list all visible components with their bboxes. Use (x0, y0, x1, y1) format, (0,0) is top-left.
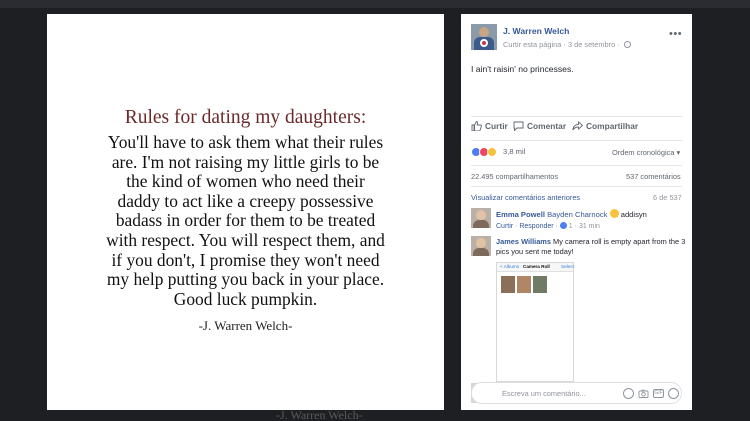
phone-select-label: Select (561, 264, 574, 269)
commenter-name[interactable]: Emma Powell (496, 210, 545, 219)
photo-thumbnail (517, 276, 531, 293)
emoji-icon[interactable] (623, 388, 634, 399)
like-icon (471, 121, 482, 132)
photo-body-line: with respect. You will respect them, and (106, 229, 385, 250)
like-button[interactable]: Curtir (471, 121, 508, 132)
meta-separator: · (563, 40, 566, 49)
post-meta: Curtir esta página · 3 de setembro · (503, 40, 631, 49)
post-text: I ain't raisin' no princesses. (471, 64, 574, 74)
comments-count[interactable]: 537 comentários (626, 172, 681, 181)
photo-body-line: the kind of women who need their (126, 171, 365, 192)
comment-button[interactable]: Comentar (513, 121, 567, 132)
photo-body-line: if you don't, I promise they won't need (111, 249, 380, 270)
like-reaction-icon (559, 222, 567, 229)
photo-title: Rules for dating my daughters: (124, 107, 367, 128)
empty-roll-area (501, 297, 569, 377)
share-icon (572, 121, 584, 131)
post-date[interactable]: 3 de setembro (568, 40, 615, 49)
comment-text: James Williams My camera roll is empty a… (496, 237, 686, 256)
author-name[interactable]: J. Warren Welch (503, 26, 569, 36)
share-button[interactable]: Compartilhar (572, 121, 638, 131)
phone-nav-bar: < Albums Camera Roll Select (497, 263, 574, 272)
like-page-link[interactable]: Curtir esta página (503, 40, 561, 49)
photo-body-line: Good luck pumpkin. (173, 288, 318, 309)
photo-body-line: daddy to act like a creepy possessive (117, 190, 374, 211)
comment-input[interactable] (502, 387, 612, 400)
divider (471, 140, 682, 141)
grin-emoji-icon (609, 209, 619, 218)
comment-meta: Curtir · Responder · 1 · 31 min (496, 222, 600, 230)
post-side-panel: J. Warren Welch Curtir esta página · 3 d… (461, 14, 692, 410)
like-label: Curtir (485, 121, 508, 131)
commenter-avatar[interactable] (471, 236, 491, 256)
gif-icon[interactable]: GIF (653, 389, 664, 398)
phone-title: Camera Roll (523, 264, 550, 269)
comment-order-dropdown[interactable]: Ordem cronológica ▾ (612, 148, 680, 157)
tagged-user[interactable]: Bayden Charnock (547, 210, 607, 219)
camera-icon[interactable] (638, 388, 649, 399)
divider (471, 165, 682, 166)
comment-label: Comentar (527, 121, 567, 131)
phone-back-label: < Albums (500, 264, 520, 269)
meta-separator: · (617, 40, 620, 49)
sticker-icon[interactable] (668, 388, 679, 399)
comment-reply-link[interactable]: Responder (519, 223, 553, 230)
avatar-body (473, 220, 489, 228)
comment-text: Emma Powell Bayden Charnock addisyn (496, 209, 647, 219)
comment-like-count: 1 (568, 223, 573, 230)
divider (471, 116, 682, 117)
photo-body-line: You'll have to ask them what their rules (107, 132, 384, 152)
post-photo[interactable]: Rules for dating my daughters: You'll ha… (47, 14, 444, 410)
reactions-count: 3,8 mil (503, 147, 526, 156)
comment-time[interactable]: 31 min (579, 223, 600, 230)
commenter-avatar[interactable] (471, 208, 491, 228)
shares-count[interactable]: 22.495 compartilhamentos (471, 172, 558, 181)
photo-body: You'll have to ask them what their rules… (59, 132, 432, 309)
divider (471, 186, 682, 187)
photo-body-line: badass in order for them to be treated (115, 210, 376, 231)
author-avatar[interactable] (471, 24, 497, 50)
comment-icon (513, 121, 524, 132)
more-icon[interactable]: ••• (669, 28, 682, 40)
comment-screenshot-image[interactable]: < Albums Camera Roll Select (496, 262, 574, 382)
photo-thumbnail (501, 276, 515, 293)
avatar-body (473, 248, 489, 256)
avatar-face (476, 210, 486, 220)
photo-body-line: are. I'm not raising my little girls to … (111, 151, 380, 172)
avatar-face (476, 238, 486, 248)
photo-body-line: my help putting you back in your place. (106, 269, 385, 290)
globe-icon (623, 41, 631, 48)
comments-range: 6 de 537 (653, 193, 682, 202)
view-previous-comments-link[interactable]: Visualizar comentários anteriores (471, 193, 580, 202)
photo-thumbnail (533, 276, 547, 293)
share-label: Compartilhar (586, 121, 639, 131)
top-bar-edge (0, 0, 750, 8)
comment-composer: GIF (471, 382, 682, 404)
haha-reaction-icon (487, 147, 497, 157)
post-actions: Curtir Comentar Compartilhar (471, 121, 682, 135)
avatar-face (479, 27, 489, 37)
avatar-shield (480, 39, 488, 47)
comment-body: addisyn (620, 210, 647, 219)
comment-like-link[interactable]: Curtir (496, 223, 513, 230)
photo-signature: -J. Warren Welch- (198, 318, 293, 333)
commenter-name[interactable]: James Williams (496, 237, 551, 246)
